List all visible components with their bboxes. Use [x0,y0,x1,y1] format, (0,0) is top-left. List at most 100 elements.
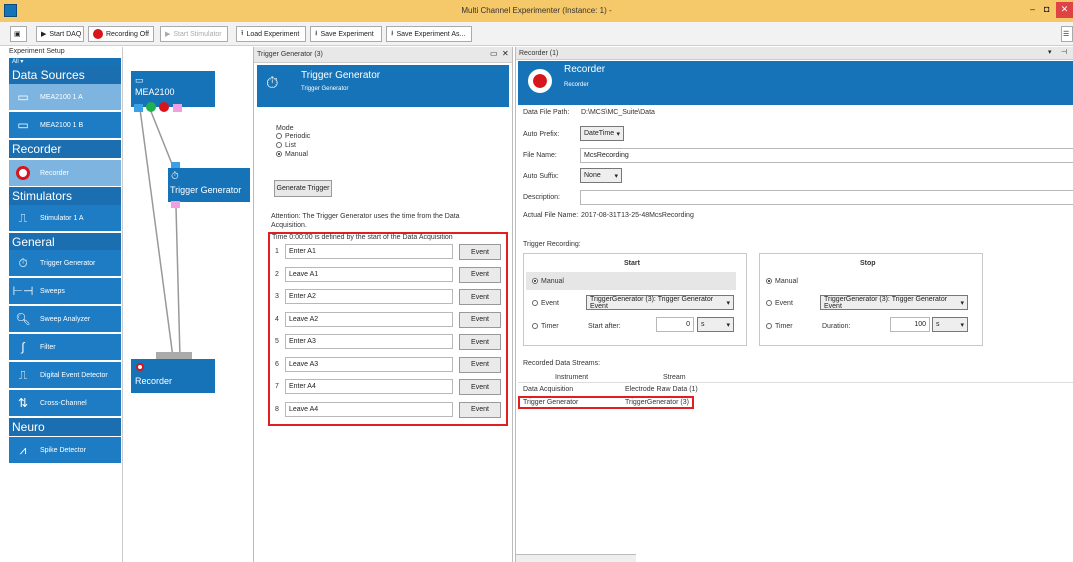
trigger-panel-tab: Trigger Generator (3) ▭ ✕ [254,47,512,63]
radio-manual[interactable] [276,151,282,158]
duration-input[interactable]: 100 [890,317,930,332]
stop-unit-select[interactable]: s ▾ [932,317,968,332]
trigger-generator-node[interactable]: ⏱ Trigger Generator [168,168,250,202]
start-manual-option[interactable]: Manual [532,278,564,285]
download-icon: ⭳ [391,29,394,37]
event-button[interactable]: Event [459,401,501,418]
table-row-highlighted[interactable]: Trigger Generator TriggerGenerator (3) [518,396,694,409]
trigger-output-port[interactable] [171,201,180,208]
event-list-box: Time 0:00:00 is defined by the start of … [268,232,508,426]
close-icon[interactable]: ✕ [502,49,509,58]
layout-icon: ▣ [14,31,21,38]
auto-prefix-select[interactable]: DateTime ▾ [580,126,624,141]
close-button[interactable]: ✕ [1056,2,1073,18]
stop-timer-option[interactable]: Timer [766,323,793,330]
trigger-node-label: Trigger Generator [170,185,242,195]
port-pink[interactable] [173,104,182,112]
stream-instrument: Data Acquisition [523,386,574,393]
radio-start-manual[interactable] [532,278,538,285]
sidebar-item-mea-b[interactable]: ▭ MEA2100 1 B [9,112,121,138]
event-button[interactable]: Event [459,334,501,350]
restore-icon[interactable]: ▭ [490,49,498,58]
radio-start-event[interactable] [532,300,538,307]
file-name-input[interactable]: McsRecording [580,148,1073,163]
table-row[interactable]: Data Acquisition Electrode Raw Data (1) [518,384,1073,396]
recorder-panel: Recorder (1) ▾ ⊣ Recorder Recorder Data … [515,47,1073,562]
radio-start-timer[interactable] [532,323,538,330]
device-icon: ▭ [17,118,29,132]
event-button[interactable]: Event [459,289,501,305]
stop-event-option[interactable]: Event [766,300,793,307]
save-experiment-as-button[interactable]: ⭳ Save Experiment As... [386,26,472,42]
menu-button[interactable]: ☰ [1061,26,1073,42]
description-input[interactable] [580,190,1073,205]
event-name-input[interactable]: Enter A3 [285,334,453,349]
event-button[interactable]: Event [459,266,501,283]
minimize-button[interactable]: – [1030,4,1035,14]
event-name-input[interactable]: Leave A1 [285,266,453,282]
radio-stop-manual[interactable] [766,278,772,285]
radio-stop-timer[interactable] [766,323,772,330]
stop-manual-option[interactable]: Manual [766,278,798,285]
sidebar-item-sweep-analyzer[interactable]: 🔍︎ Sweep Analyzer [9,306,121,332]
event-button[interactable]: Event [459,379,501,395]
mea-node[interactable]: ▭ MEA2100 [131,71,215,107]
stop-event-select[interactable]: TriggerGenerator (3): Trigger Generator … [820,295,968,310]
radio-list[interactable] [276,142,282,149]
event-button[interactable]: Event [459,356,501,373]
event-name-input[interactable]: Enter A2 [285,289,453,304]
layout-button[interactable]: ▣ [10,26,27,42]
dropdown-icon[interactable]: ▾ [1048,48,1052,56]
filter-icon: ∫ [21,340,25,354]
start-unit-select[interactable]: s ▾ [697,317,734,332]
event-name-input[interactable]: Enter A1 [285,244,453,259]
recorder-node[interactable]: Recorder [131,359,215,393]
start-event-select[interactable]: TriggerGenerator (3): Trigger Generator … [586,295,734,310]
sidebar-item-spike-detector[interactable]: ⩘ Spike Detector [9,437,121,463]
sidebar-item-recorder[interactable]: Recorder [9,160,121,186]
stop-group: Stop Manual Event TriggerGenerator (3): … [759,253,983,346]
radio-stop-event[interactable] [766,300,772,307]
port-red[interactable] [159,102,169,112]
recording-toggle-button[interactable]: Recording Off [88,26,154,42]
sidebar-item-cross-channel[interactable]: ⇅ Cross-Channel [9,390,121,416]
streams-header-row: Instrument Stream [518,372,1073,383]
sidebar-item-mea-a[interactable]: ▭ MEA2100 1 A [9,84,121,110]
port-blue[interactable] [134,104,143,112]
pin-icon[interactable]: ⊣ [1061,48,1067,56]
mode-periodic[interactable]: Periodic [276,133,310,140]
sidebar-item-filter[interactable]: ∫ Filter [9,334,121,360]
mode-manual[interactable]: Manual [276,151,308,158]
generate-trigger-button[interactable]: Generate Trigger [274,180,332,197]
maximize-button[interactable]: ◘ [1044,4,1049,14]
event-name-input[interactable]: Leave A2 [285,311,453,327]
sidebar-item-trigger-generator[interactable]: ⏱ Trigger Generator [9,250,121,276]
experiment-canvas[interactable]: ▭ MEA2100 ⏱ Trigger Generator Recorder [124,47,252,562]
filter-dropdown[interactable]: All ▾ [9,58,121,66]
start-after-input[interactable]: 0 [656,317,694,332]
sidebar-item-stimulator[interactable]: ⎍ Stimulator 1 A [9,205,121,231]
event-button[interactable]: Event [459,244,501,260]
event-name-input[interactable]: Enter A4 [285,379,453,394]
start-event-option[interactable]: Event [532,300,559,307]
sidebar-item-digital-event-detector[interactable]: ⎍ Digital Event Detector [9,362,121,388]
recorder-node-label: Recorder [135,376,173,386]
event-button[interactable]: Event [459,311,501,328]
start-timer-option[interactable]: Timer [532,323,559,330]
event-name-input[interactable]: Leave A3 [285,356,453,372]
save-experiment-button[interactable]: ⭳ Save Experiment [310,26,382,42]
start-stimulator-button[interactable]: ▶ Start Stimulator [160,26,228,42]
chevron-down-icon: ▾ [960,299,964,307]
mode-list[interactable]: List [276,142,296,149]
start-daq-button[interactable]: ▶ Start DAQ [36,26,84,42]
radio-periodic[interactable] [276,133,282,140]
record-icon [12,164,34,182]
event-name-input[interactable]: Leave A4 [285,401,453,417]
port-green[interactable] [146,102,156,112]
event-row-number: 7 [275,383,279,390]
stream-instrument: Trigger Generator [523,399,579,406]
sidebar-item-sweeps[interactable]: ⊢⊣ Sweeps [9,278,121,304]
actual-file-name-label: Actual File Name: [523,212,579,219]
auto-suffix-select[interactable]: None ▾ [580,168,622,183]
load-experiment-button[interactable]: ⭱ Load Experiment [236,26,306,42]
